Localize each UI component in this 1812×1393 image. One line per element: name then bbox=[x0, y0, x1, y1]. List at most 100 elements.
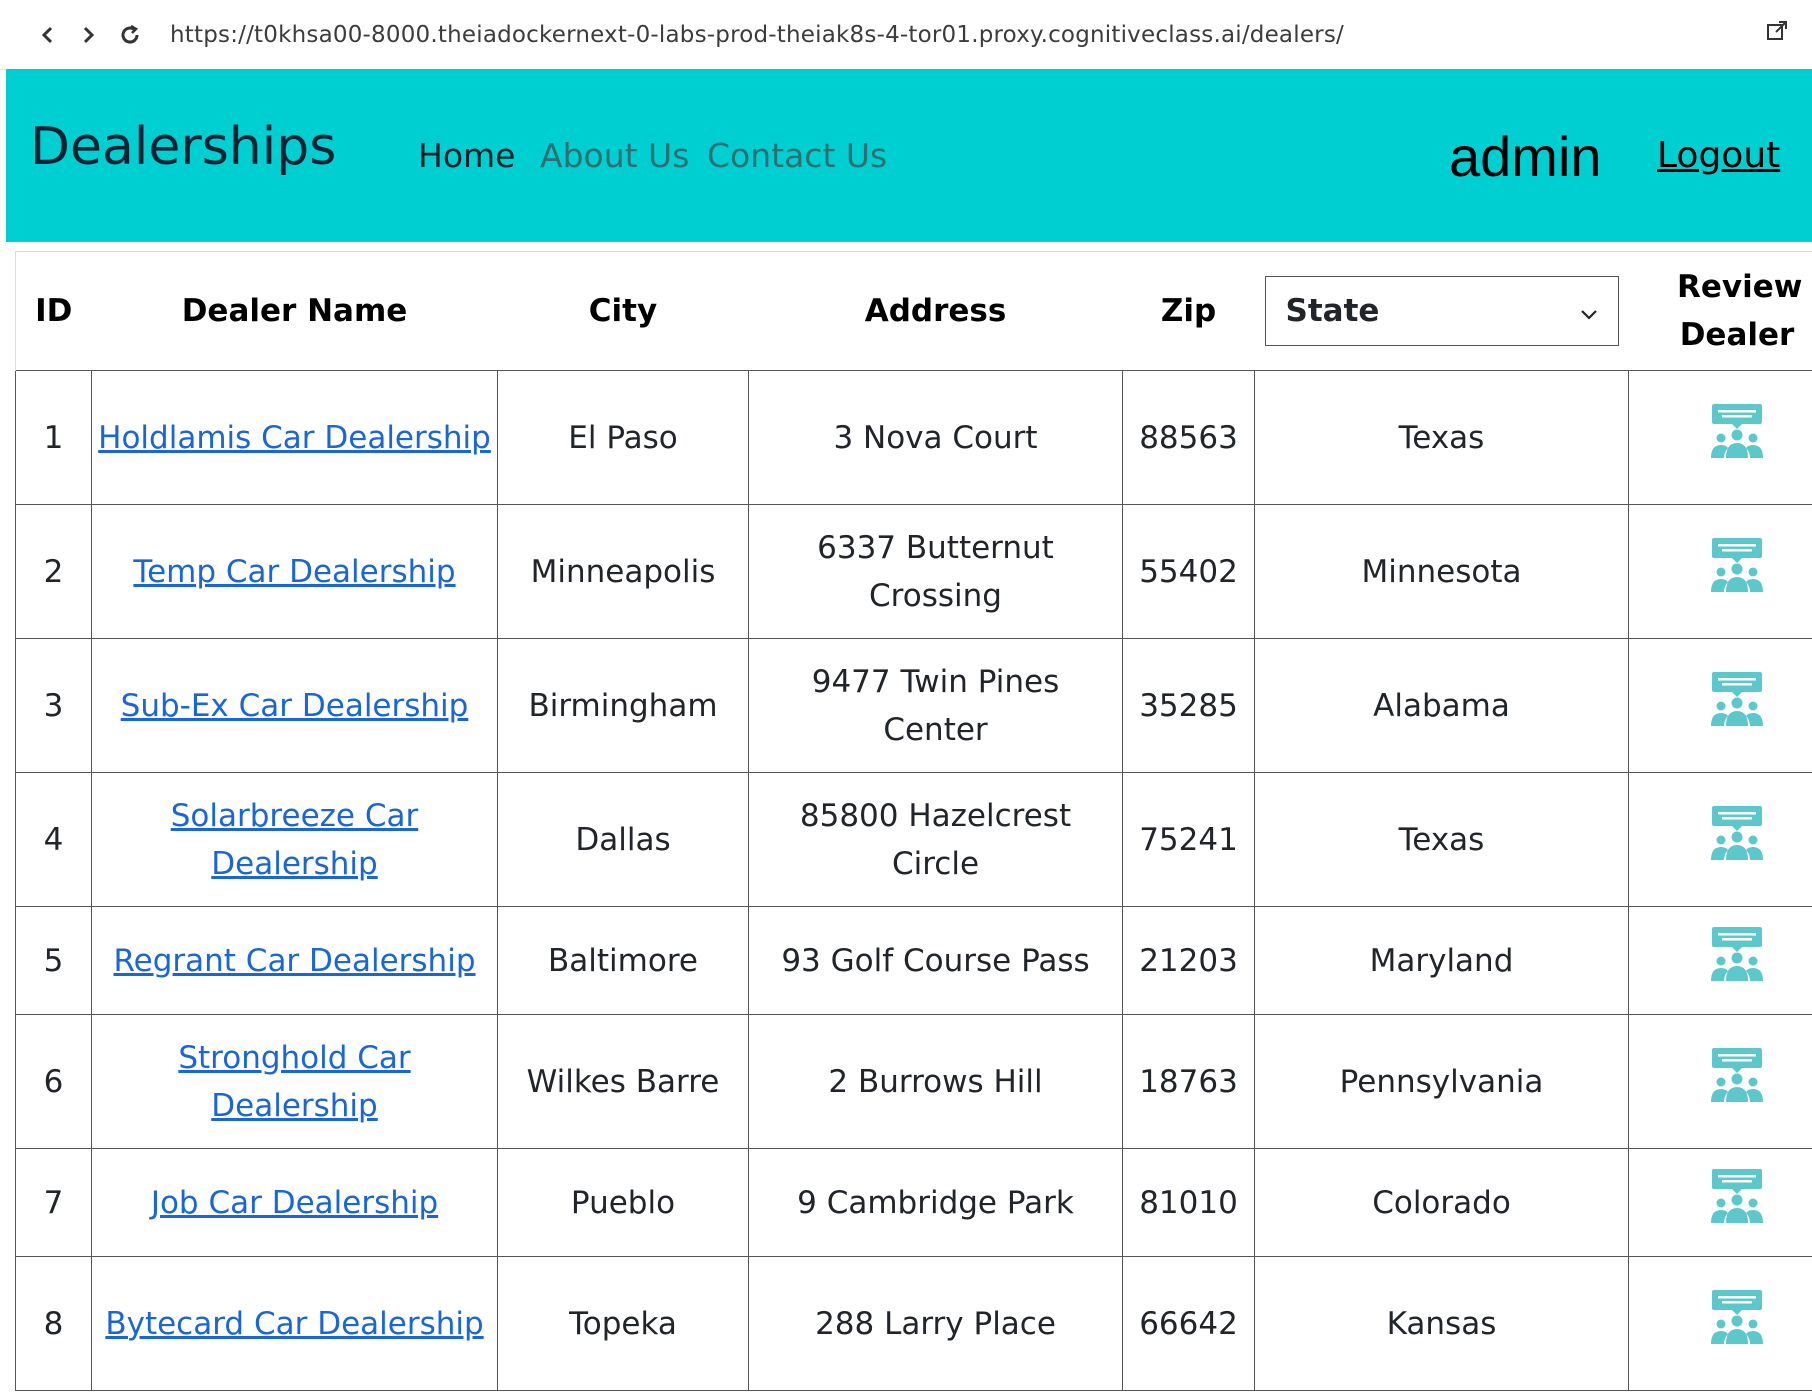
cell-dealer-name: Temp Car Dealership bbox=[91, 504, 498, 639]
state-select-value: State bbox=[1285, 293, 1380, 329]
cell-address: 3 Nova Court bbox=[748, 370, 1123, 505]
nav-contact-us[interactable]: Contact Us bbox=[707, 136, 887, 175]
review-dealer-icon[interactable] bbox=[1708, 1288, 1766, 1346]
dealer-name-link[interactable]: Stronghold Car Dealership bbox=[178, 1040, 410, 1124]
dealer-name-link[interactable]: Solarbreeze Car Dealership bbox=[171, 798, 418, 882]
cell-city: Dallas bbox=[497, 772, 749, 907]
dealer-name-link[interactable]: Holdlamis Car Dealership bbox=[98, 420, 491, 456]
cell-review bbox=[1628, 638, 1812, 773]
back-arrow-icon[interactable] bbox=[30, 17, 66, 53]
nav-home[interactable]: Home bbox=[418, 136, 515, 175]
cell-zip: 55402 bbox=[1122, 504, 1255, 639]
col-header-city: City bbox=[497, 251, 749, 371]
cell-dealer-name: Holdlamis Car Dealership bbox=[91, 370, 498, 505]
col-header-address: Address bbox=[748, 251, 1123, 371]
cell-id: 8 bbox=[15, 1256, 92, 1391]
cell-zip: 88563 bbox=[1122, 370, 1255, 505]
review-dealer-icon[interactable] bbox=[1708, 804, 1766, 862]
cell-id: 7 bbox=[15, 1148, 92, 1257]
cell-address: 6337 Butternut Crossing bbox=[748, 504, 1123, 639]
table-row: 7 Job Car Dealership Pueblo 9 Cambridge Par… bbox=[15, 1148, 1812, 1257]
cell-city: Minneapolis bbox=[497, 504, 749, 639]
cell-id: 3 bbox=[15, 638, 92, 773]
brand-title[interactable]: Dealerships bbox=[30, 117, 336, 177]
table-row: 4 Solarbreeze Car Dealership Dallas 85800 H… bbox=[15, 772, 1812, 907]
cell-address: 9477 Twin Pines Center bbox=[748, 638, 1123, 773]
cell-id: 1 bbox=[15, 370, 92, 505]
cell-dealer-name: Job Car Dealership bbox=[91, 1148, 498, 1257]
cell-state: Pennsylvania bbox=[1254, 1014, 1629, 1149]
review-dealer-icon[interactable] bbox=[1708, 536, 1766, 594]
state-filter-select[interactable]: State bbox=[1264, 276, 1619, 346]
cell-dealer-name: Stronghold Car Dealership bbox=[91, 1014, 498, 1149]
cell-address: 93 Golf Course Pass bbox=[748, 906, 1123, 1015]
dealer-name-link[interactable]: Bytecard Car Dealership bbox=[105, 1306, 483, 1342]
cell-review bbox=[1628, 1148, 1812, 1257]
review-dealer-icon[interactable] bbox=[1708, 1167, 1766, 1225]
cell-review bbox=[1628, 504, 1812, 639]
cell-city: Baltimore bbox=[497, 906, 749, 1015]
cell-state: Kansas bbox=[1254, 1256, 1629, 1391]
dealer-name-link[interactable]: Regrant Car Dealership bbox=[114, 943, 476, 979]
col-header-id: ID bbox=[15, 251, 92, 371]
app-navbar: Dealerships Home About Us Contact Us adm… bbox=[6, 69, 1812, 242]
address-bar[interactable]: https://t0khsa00-8000.theiadockernext-0-… bbox=[170, 22, 1344, 48]
cell-review bbox=[1628, 772, 1812, 907]
cell-id: 5 bbox=[15, 906, 92, 1015]
cell-state: Colorado bbox=[1254, 1148, 1629, 1257]
cell-state: Maryland bbox=[1254, 906, 1629, 1015]
cell-city: El Paso bbox=[497, 370, 749, 505]
cell-address: 288 Larry Place bbox=[748, 1256, 1123, 1391]
chevron-down-icon bbox=[1580, 287, 1598, 335]
dealer-name-link[interactable]: Temp Car Dealership bbox=[133, 554, 455, 590]
cell-city: Wilkes Barre bbox=[497, 1014, 749, 1149]
table-row: 8 Bytecard Car Dealership Topeka 288 Larry … bbox=[15, 1256, 1812, 1391]
nav-about-us[interactable]: About Us bbox=[540, 136, 689, 175]
review-dealer-icon[interactable] bbox=[1708, 670, 1766, 728]
review-dealer-icon[interactable] bbox=[1708, 402, 1766, 460]
table-row: 2 Temp Car Dealership Minneapolis 6337 Butt… bbox=[15, 504, 1812, 639]
cell-review bbox=[1628, 1256, 1812, 1391]
cell-review bbox=[1628, 370, 1812, 505]
dealers-table: ID Dealer Name City Address Zip State Re… bbox=[15, 251, 1812, 1391]
cell-zip: 35285 bbox=[1122, 638, 1255, 773]
cell-zip: 21203 bbox=[1122, 906, 1255, 1015]
cell-dealer-name: Solarbreeze Car Dealership bbox=[91, 772, 498, 907]
table-header-row: ID Dealer Name City Address Zip State Re… bbox=[15, 251, 1812, 371]
dealer-name-link[interactable]: Sub-Ex Car Dealership bbox=[121, 688, 469, 724]
col-header-state: State bbox=[1254, 251, 1629, 371]
table-row: 6 Stronghold Car Dealership Wilkes Barre 2 … bbox=[15, 1014, 1812, 1149]
cell-state: Texas bbox=[1254, 772, 1629, 907]
dealers-table-container: ID Dealer Name City Address Zip State Re… bbox=[15, 251, 1812, 1393]
cell-dealer-name: Regrant Car Dealership bbox=[91, 906, 498, 1015]
open-external-icon[interactable] bbox=[1766, 20, 1794, 48]
cell-id: 6 bbox=[15, 1014, 92, 1149]
col-header-review-dealer: Review Dealer bbox=[1628, 251, 1812, 371]
cell-zip: 18763 bbox=[1122, 1014, 1255, 1149]
review-dealer-icon[interactable] bbox=[1708, 1046, 1766, 1104]
cell-state: Minnesota bbox=[1254, 504, 1629, 639]
cell-id: 4 bbox=[15, 772, 92, 907]
cell-dealer-name: Sub-Ex Car Dealership bbox=[91, 638, 498, 773]
forward-arrow-icon[interactable] bbox=[70, 17, 106, 53]
cell-zip: 75241 bbox=[1122, 772, 1255, 907]
cell-state: Alabama bbox=[1254, 638, 1629, 773]
cell-address: 85800 Hazelcrest Circle bbox=[748, 772, 1123, 907]
cell-state: Texas bbox=[1254, 370, 1629, 505]
table-row: 3 Sub-Ex Car Dealership Birmingham 9477 Twi… bbox=[15, 638, 1812, 773]
cell-zip: 66642 bbox=[1122, 1256, 1255, 1391]
logout-link[interactable]: Logout bbox=[1657, 135, 1780, 176]
col-header-dealer-name: Dealer Name bbox=[91, 251, 498, 371]
cell-city: Pueblo bbox=[497, 1148, 749, 1257]
review-dealer-icon[interactable] bbox=[1708, 925, 1766, 983]
table-row: 1 Holdlamis Car Dealership El Paso 3 Nova C… bbox=[15, 370, 1812, 505]
cell-city: Topeka bbox=[497, 1256, 749, 1391]
cell-address: 2 Burrows Hill bbox=[748, 1014, 1123, 1149]
reload-icon[interactable] bbox=[112, 17, 148, 53]
table-row: 5 Regrant Car Dealership Baltimore 93 Golf … bbox=[15, 906, 1812, 1015]
cell-city: Birmingham bbox=[497, 638, 749, 773]
cell-id: 2 bbox=[15, 504, 92, 639]
cell-zip: 81010 bbox=[1122, 1148, 1255, 1257]
cell-review bbox=[1628, 1014, 1812, 1149]
dealer-name-link[interactable]: Job Car Dealership bbox=[151, 1185, 438, 1221]
